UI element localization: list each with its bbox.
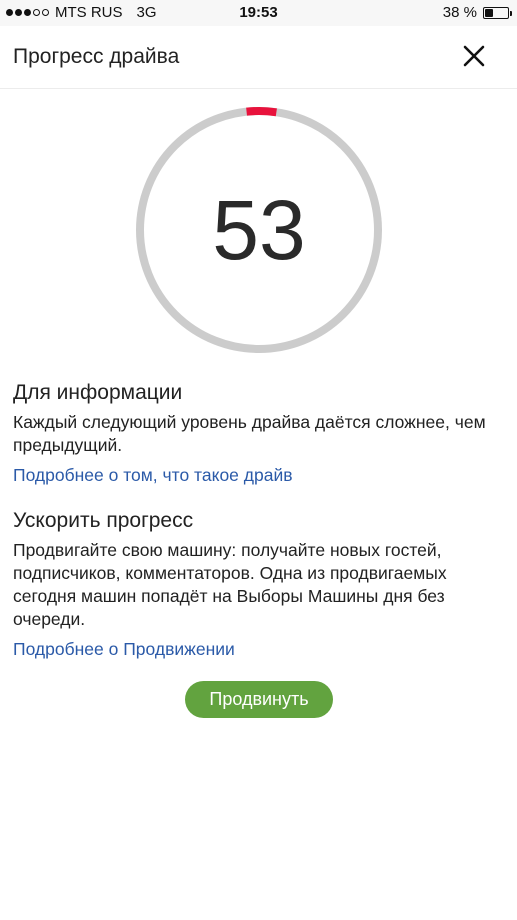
modal-header: Прогресс драйва (0, 26, 517, 89)
drive-progress-gauge: 53 (134, 105, 384, 355)
page-title: Прогресс драйва (13, 45, 180, 68)
drive-info-link[interactable]: Подробнее о том, что такое драйв (13, 465, 293, 486)
boost-text: Продвигайте свою машину: получайте новых… (13, 540, 447, 629)
promote-button[interactable]: Продвинуть (185, 681, 333, 718)
status-right: 38 % (442, 4, 512, 21)
info-heading: Для информации (13, 381, 183, 404)
close-icon[interactable] (461, 43, 487, 69)
info-section: Для информации Каждый следующий уровень … (13, 381, 508, 486)
boost-section: Ускорить прогресс Продвигайте свою машин… (13, 509, 508, 660)
info-text: Каждый следующий уровень драйва даётся с… (13, 412, 486, 455)
promotion-info-link[interactable]: Подробнее о Продвижении (13, 639, 235, 660)
progress-value: 53 (212, 182, 306, 277)
status-bar: MTS RUS 3G 19:53 38 % (0, 0, 517, 26)
battery-percent: 38 % (442, 4, 477, 21)
battery-icon (483, 6, 512, 19)
clock: 19:53 (239, 4, 278, 21)
boost-heading: Ускорить прогресс (13, 509, 194, 532)
